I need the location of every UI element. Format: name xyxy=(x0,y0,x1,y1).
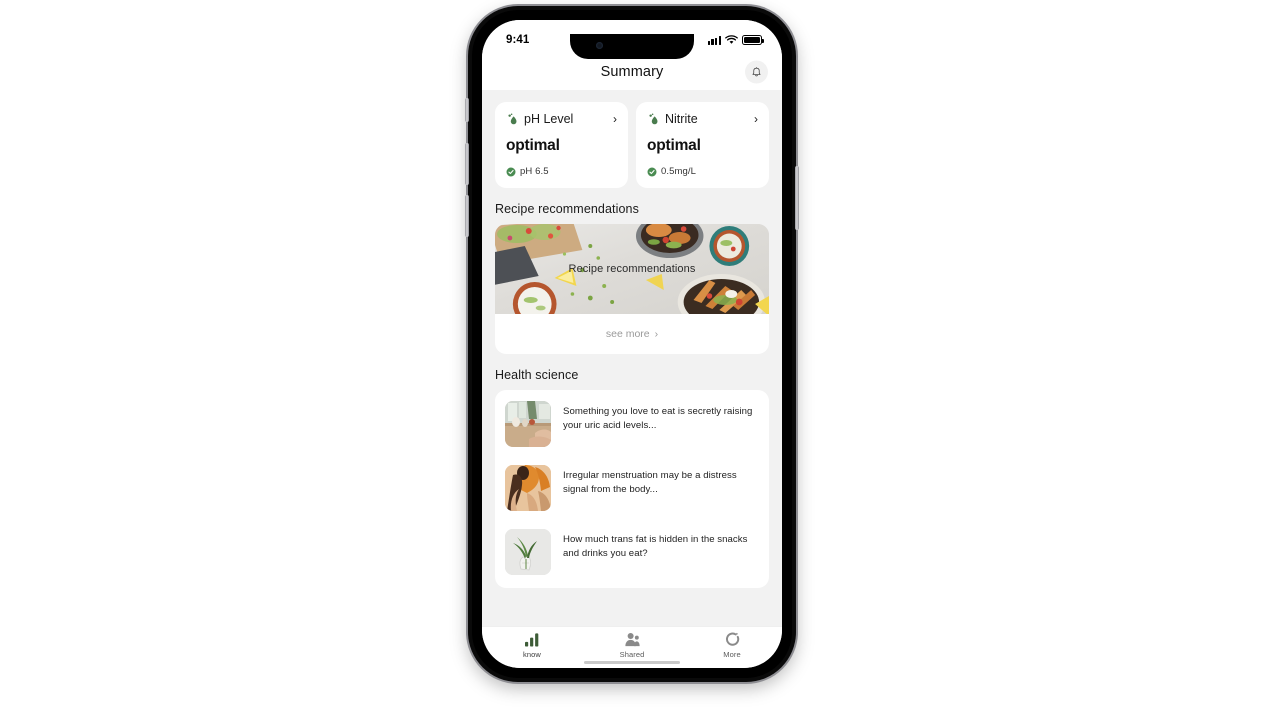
metric-value-row: pH 6.5 xyxy=(506,166,617,177)
article-title: How much trans fat is hidden in the snac… xyxy=(563,534,748,559)
article-title: Something you love to eat is secretly ra… xyxy=(563,406,753,431)
check-circle-icon xyxy=(506,167,516,176)
page-title: Summary xyxy=(600,64,664,80)
metric-value-row: 0.5mg/L xyxy=(647,166,758,177)
tab-label: Shared xyxy=(619,650,645,659)
main-scroll-content[interactable]: pH Level › optimal pH 6.5 Nitrite › opti… xyxy=(482,90,782,626)
people-icon xyxy=(624,633,640,647)
battery-icon xyxy=(742,35,764,45)
chevron-right-icon: › xyxy=(754,112,758,126)
see-more-label: see more xyxy=(605,328,650,340)
article-thumbnail xyxy=(505,465,551,511)
tab-know[interactable]: know xyxy=(482,632,582,659)
power-button[interactable] xyxy=(795,166,799,230)
display-notch xyxy=(570,34,694,59)
recipe-hero-label: Recipe recommendations xyxy=(568,263,696,275)
section-title-recipe: Recipe recommendations xyxy=(495,202,639,216)
recipe-card[interactable]: Recipe recommendations see more › xyxy=(495,224,769,354)
metric-status: optimal xyxy=(506,137,560,154)
articles-card: Something you love to eat is secretly ra… xyxy=(495,390,769,588)
chevron-right-icon: › xyxy=(613,112,617,126)
article-thumbnail xyxy=(505,529,551,575)
volume-up-button[interactable] xyxy=(465,143,469,185)
notification-bell-button[interactable] xyxy=(745,60,768,84)
phone-screen: 9:41 Summary pH Level › optimal pH 6.5 N… xyxy=(482,20,782,668)
see-more-button[interactable]: see more › xyxy=(495,314,769,354)
status-bar-indicators xyxy=(707,35,764,45)
section-title-health-science: Health science xyxy=(495,368,579,382)
metric-card-header: Nitrite › xyxy=(647,112,758,126)
droplet-icon xyxy=(508,112,517,124)
list-item[interactable]: How much trans fat is hidden in the snac… xyxy=(495,520,769,584)
list-item[interactable]: Irregular menstruation may be a distress… xyxy=(495,456,769,520)
chevron-right-icon: › xyxy=(654,328,659,340)
bar-chart-icon xyxy=(524,633,538,647)
metric-value: pH 6.5 xyxy=(520,166,549,177)
metric-card-header: pH Level › xyxy=(506,112,617,126)
metric-status: optimal xyxy=(647,137,701,154)
phone-device-frame: 9:41 Summary pH Level › optimal pH 6.5 N… xyxy=(465,6,799,682)
check-circle-icon xyxy=(647,167,657,176)
plant-vase-photo xyxy=(505,529,551,575)
volume-down-button[interactable] xyxy=(465,195,469,237)
screenshot-stage: 9:41 Summary pH Level › optimal pH 6.5 N… xyxy=(0,0,1280,720)
front-camera-icon xyxy=(596,42,603,49)
metric-card-nitrite[interactable]: Nitrite › optimal 0.5mg/L xyxy=(636,102,769,188)
droplet-icon xyxy=(649,112,658,124)
recipe-hero-image[interactable]: Recipe recommendations xyxy=(495,224,769,314)
metric-card-ph-level[interactable]: pH Level › optimal pH 6.5 xyxy=(495,102,628,188)
tab-label: More xyxy=(723,650,741,659)
bell-icon xyxy=(752,66,761,76)
cellular-signal-icon xyxy=(707,35,721,45)
metric-cards-row: pH Level › optimal pH 6.5 Nitrite › opti… xyxy=(482,90,782,188)
tab-more[interactable]: More xyxy=(682,632,782,659)
circle-arrow-icon xyxy=(725,632,739,646)
tab-label: know xyxy=(523,650,541,659)
list-item[interactable]: Something you love to eat is secretly ra… xyxy=(495,392,769,456)
wifi-icon xyxy=(725,35,738,44)
metric-value: 0.5mg/L xyxy=(661,166,697,177)
metric-name: Nitrite xyxy=(665,112,698,126)
mute-switch-button[interactable] xyxy=(465,98,469,122)
tab-shared[interactable]: Shared xyxy=(582,632,682,659)
stretching-person-photo xyxy=(505,465,551,511)
metric-name: pH Level xyxy=(524,112,574,126)
kitchen-table-photo xyxy=(505,401,551,447)
home-indicator xyxy=(584,661,680,664)
navigation-bar: Summary xyxy=(482,54,782,90)
status-bar-time: 9:41 xyxy=(506,34,530,46)
article-thumbnail xyxy=(505,401,551,447)
article-title: Irregular menstruation may be a distress… xyxy=(563,470,737,495)
